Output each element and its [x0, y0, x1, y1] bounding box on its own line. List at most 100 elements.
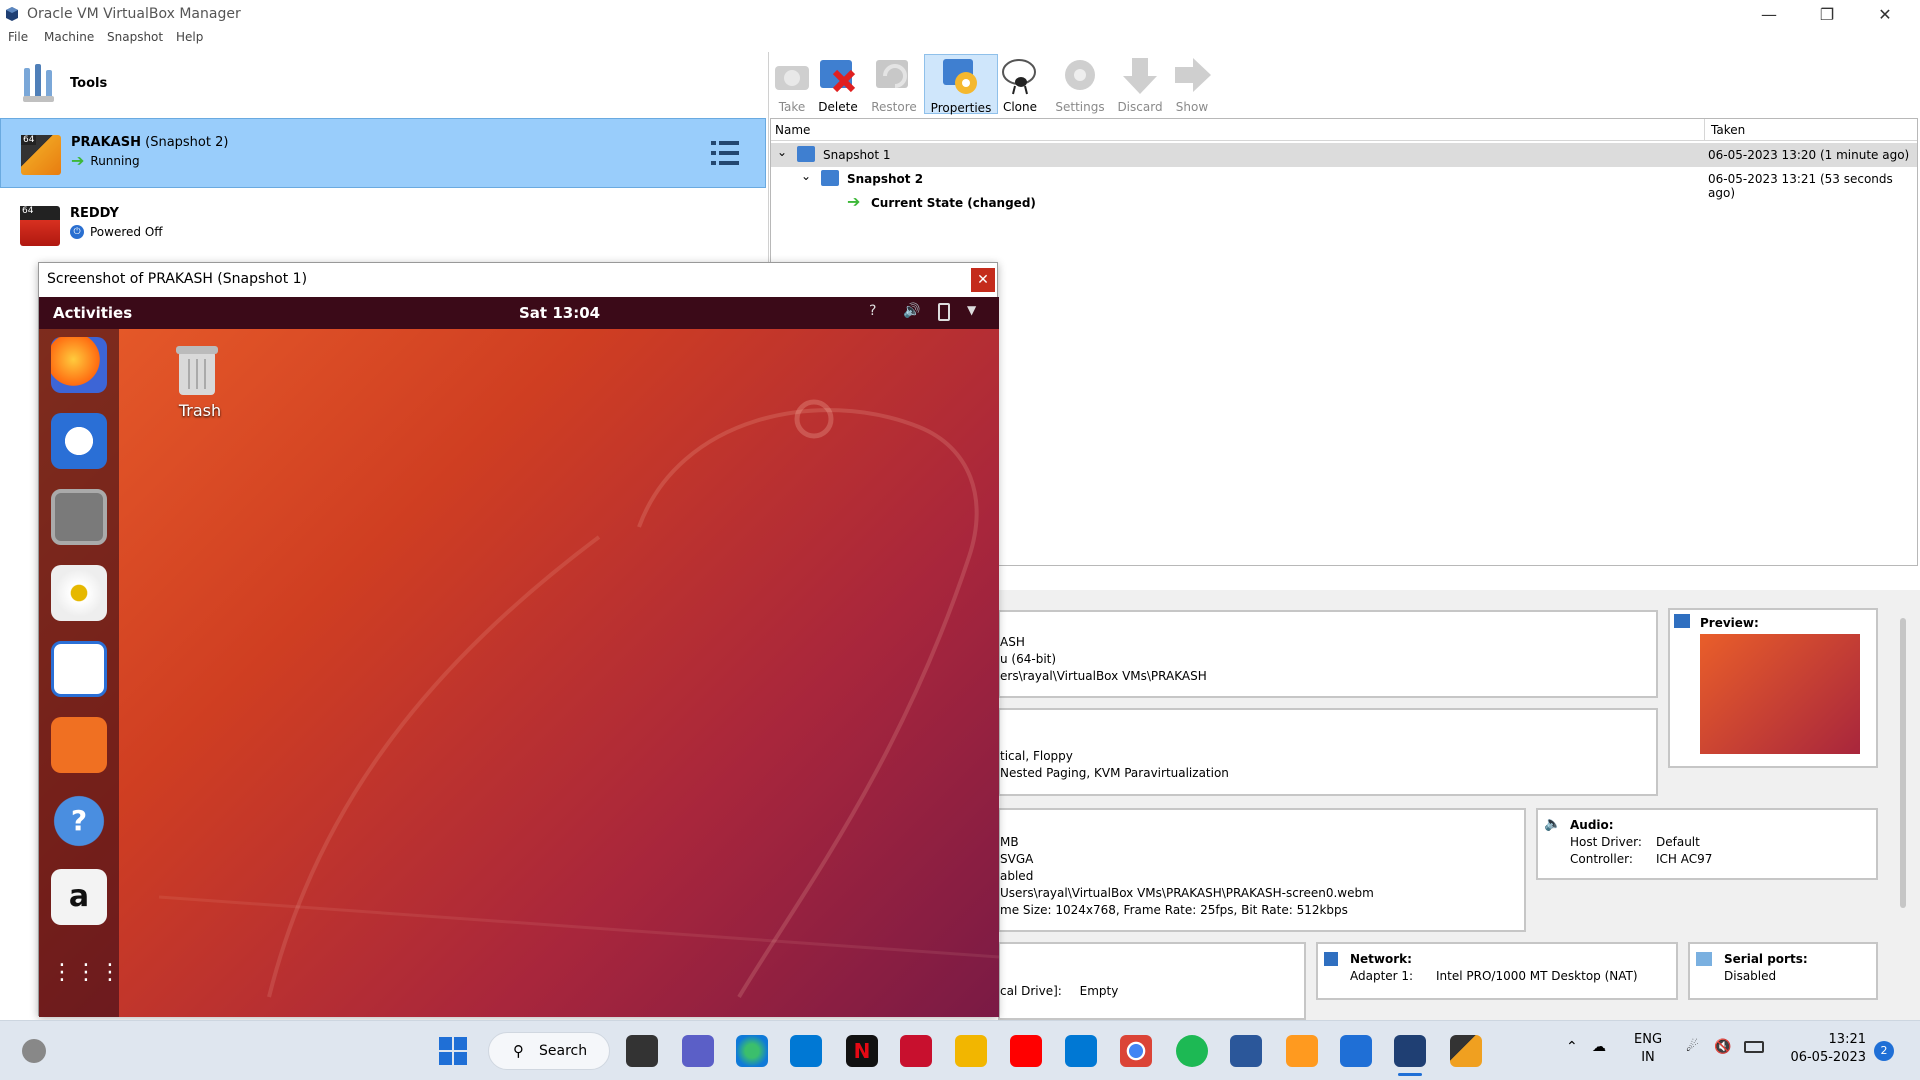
files-icon[interactable] [51, 489, 107, 545]
windows-taskbar: ⚲ Search N ⌃ ☁ ENG IN ☄ 🔇 13:21 06-05-2023… [0, 1020, 1920, 1080]
battery-status-icon[interactable] [1744, 1041, 1764, 1053]
trash-icon[interactable] [173, 343, 221, 397]
properties-button[interactable]: Properties [924, 54, 998, 115]
menu-snapshot[interactable]: Snapshot [107, 30, 163, 44]
show-applications-icon[interactable]: ⋮⋮⋮ [51, 945, 121, 1001]
minimize-button[interactable]: — [1746, 2, 1792, 26]
netflix-icon[interactable]: N [846, 1035, 878, 1067]
store-icon[interactable] [1065, 1035, 1097, 1067]
vm-menu-list-icon[interactable] [709, 137, 741, 169]
software-center-icon[interactable] [51, 717, 107, 773]
snapshot-row[interactable]: ⌄ Snapshot 1 06-05-2023 13:20 (1 minute … [771, 143, 1917, 167]
tools-item[interactable]: Tools [0, 54, 766, 116]
chevron-up-icon[interactable]: ⌃ [1566, 1039, 1578, 1055]
snapshot-row[interactable]: ➔ Current State (changed) [771, 191, 1917, 215]
menu-file[interactable]: File [8, 30, 28, 44]
photos-app-icon[interactable] [1286, 1035, 1318, 1067]
column-name-header[interactable]: Name [775, 123, 810, 137]
arch-badge: 64 [20, 206, 36, 216]
taskbar-clock[interactable]: 13:21 06-05-2023 [1780, 1031, 1866, 1067]
wifi-icon[interactable]: ☄ [1686, 1039, 1699, 1055]
volume-icon[interactable]: 🔊 [903, 303, 920, 319]
vm-item-reddy[interactable]: 64 REDDY ⏻ Powered Off [0, 190, 766, 260]
edge-icon[interactable] [736, 1035, 768, 1067]
discard-button[interactable]: Discard [1114, 54, 1166, 114]
system-line: tical, Floppy [1000, 749, 1073, 763]
amazon-icon[interactable]: a [51, 869, 107, 925]
audio-host-label: Host Driver: [1570, 835, 1642, 849]
take-snapshot-button[interactable]: Take [766, 54, 818, 114]
help-icon[interactable]: ? [51, 793, 107, 849]
screenshot-dialog: Screenshot of PRAKASH (Snapshot 1) ✕ Act… [38, 262, 999, 1017]
vm-name: PRAKASH (Snapshot 2) [71, 135, 229, 150]
virtualbox-taskbar-icon[interactable] [1394, 1035, 1426, 1067]
system-line: Nested Paging, KVM Paravirtualization [1000, 766, 1229, 780]
weather-widget-icon[interactable] [22, 1039, 46, 1063]
general-line: u (64-bit) [1000, 652, 1057, 666]
settings-button[interactable]: Settings [1054, 54, 1106, 114]
network-question-icon[interactable]: ? [869, 303, 876, 319]
general-card: ASH u (64-bit) ers\rayal\VirtualBox VMs\… [998, 610, 1658, 698]
delete-snapshot-button[interactable]: Delete [812, 54, 864, 114]
cortana-app-icon[interactable] [790, 1035, 822, 1067]
down-arrow-icon [1119, 54, 1161, 96]
snapshot-row[interactable]: ⌄ Snapshot 2 06-05-2023 13:21 (53 second… [771, 167, 1917, 200]
trash-label: Trash [178, 401, 222, 420]
details-scrollbar[interactable] [1900, 618, 1906, 908]
serial-title: Serial ports: [1724, 952, 1808, 966]
column-taken-header[interactable]: Taken [1711, 123, 1745, 137]
chrome-icon[interactable] [1120, 1035, 1152, 1067]
onedrive-icon[interactable]: ☁ [1592, 1039, 1606, 1055]
thunderbird-icon[interactable] [51, 413, 107, 469]
display-line: me Size: 1024x768, Frame Rate: 25fps, Bi… [1000, 903, 1348, 917]
start-button[interactable] [438, 1036, 468, 1066]
audio-host-value: Default [1656, 835, 1700, 849]
tools-label: Tools [70, 76, 108, 91]
camera-icon [771, 54, 813, 96]
chevron-down-icon[interactable]: ⌄ [777, 145, 787, 159]
network-adapter-value: Intel PRO/1000 MT Desktop (NAT) [1436, 969, 1638, 983]
maximize-button[interactable]: ❐ [1804, 2, 1850, 26]
close-dialog-button[interactable]: ✕ [971, 268, 995, 292]
close-window-button[interactable]: ✕ [1862, 2, 1908, 26]
firefox-icon[interactable] [51, 337, 107, 393]
notepad-icon[interactable] [1340, 1035, 1372, 1067]
snapshot-taken: 06-05-2023 13:20 (1 minute ago) [1708, 148, 1910, 162]
notification-badge[interactable]: 2 [1874, 1041, 1894, 1061]
delete-icon [817, 54, 859, 96]
spotify-icon[interactable] [1176, 1035, 1208, 1067]
taskbar-search-box[interactable]: ⚲ Search [488, 1032, 610, 1070]
tools-icon [20, 62, 60, 106]
system-menu-arrow-icon[interactable]: ▼ [967, 303, 976, 317]
restore-icon [873, 54, 915, 96]
storage-label: cal Drive]: [1000, 984, 1062, 998]
clock[interactable]: Sat 13:04 [519, 304, 600, 322]
menu-machine[interactable]: Machine [44, 30, 94, 44]
volume-muted-icon[interactable]: 🔇 [1714, 1039, 1731, 1055]
audio-controller-value: ICH AC97 [1656, 852, 1713, 866]
rhythmbox-icon[interactable] [51, 565, 107, 621]
writer-icon[interactable] [51, 641, 107, 697]
details-pane: ASH u (64-bit) ers\rayal\VirtualBox VMs\… [998, 590, 1920, 1020]
battery-icon[interactable] [938, 303, 950, 321]
snapshot-name: Current State (changed) [871, 196, 1036, 210]
file-explorer-icon[interactable] [955, 1035, 987, 1067]
task-view-icon[interactable] [626, 1035, 658, 1067]
chevron-down-icon[interactable]: ⌄ [801, 169, 811, 183]
activities-button[interactable]: Activities [53, 304, 132, 322]
menu-help[interactable]: Help [176, 30, 203, 44]
show-button[interactable]: Show [1166, 54, 1218, 114]
general-line: ers\rayal\VirtualBox VMs\PRAKASH [1000, 669, 1207, 683]
vm-state: ⏻ Powered Off [70, 225, 163, 239]
restore-snapshot-button[interactable]: Restore [868, 54, 920, 114]
network-adapter-label: Adapter 1: [1350, 969, 1414, 983]
word-icon[interactable] [1230, 1035, 1262, 1067]
prakash-vm-taskbar-icon[interactable] [1450, 1035, 1482, 1067]
chat-icon[interactable] [682, 1035, 714, 1067]
language-indicator[interactable]: ENG IN [1634, 1031, 1662, 1067]
mcafee-icon[interactable] [900, 1035, 932, 1067]
clone-button[interactable]: Clone [994, 54, 1046, 114]
youtube-icon[interactable] [1010, 1035, 1042, 1067]
speaker-icon: 🔈 [1544, 816, 1562, 832]
vm-item-prakash[interactable]: 64 PRAKASH (Snapshot 2) ➔ Running [0, 118, 766, 188]
